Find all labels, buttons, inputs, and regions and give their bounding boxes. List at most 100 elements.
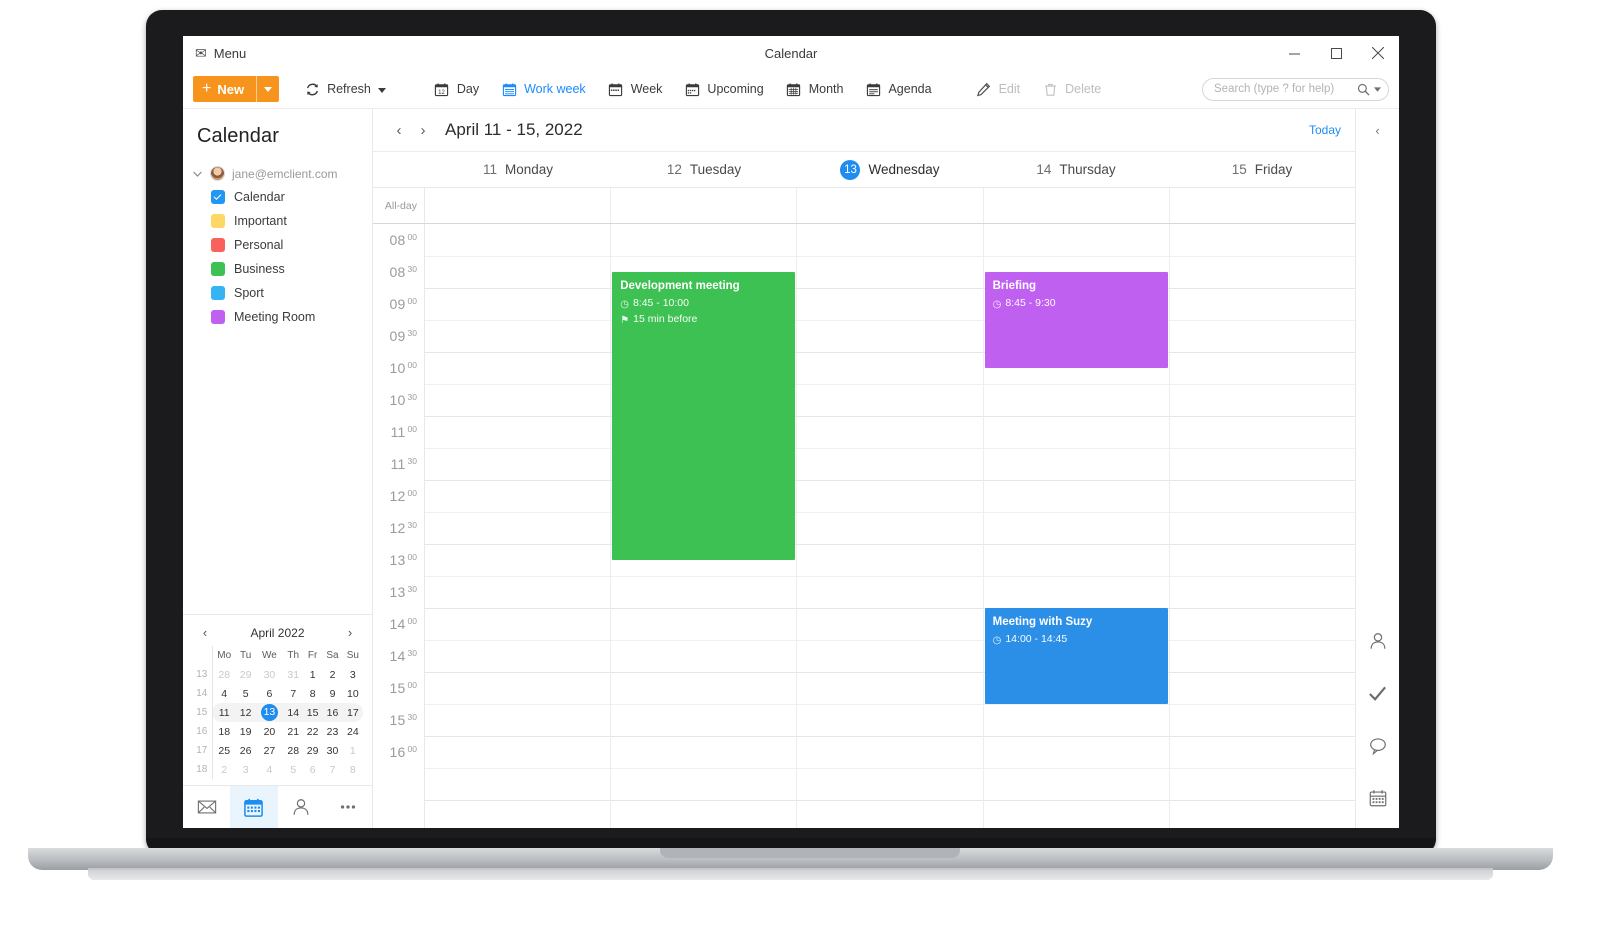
day-column-monday[interactable] — [425, 224, 612, 828]
mini-next-month-button[interactable]: › — [342, 625, 358, 640]
mini-day-cell[interactable]: 26 — [236, 741, 255, 760]
calendar-color-checkbox[interactable] — [211, 238, 225, 252]
mini-day-cell[interactable]: 1 — [343, 741, 363, 760]
view-tab-work-week[interactable]: Work week — [490, 74, 597, 104]
mini-day-cell[interactable]: 21 — [284, 722, 303, 741]
all-day-cell[interactable] — [797, 188, 984, 223]
mini-day-cell[interactable]: 30 — [322, 741, 342, 760]
mini-day-cell[interactable]: 29 — [236, 665, 255, 684]
mini-day-cell[interactable]: 7 — [284, 684, 303, 703]
view-tab-day[interactable]: 12 Day — [423, 74, 490, 104]
view-tab-agenda[interactable]: Agenda — [854, 74, 942, 104]
day-column-wednesday[interactable] — [797, 224, 984, 828]
mini-day-cell[interactable]: 11 — [212, 703, 236, 722]
next-period-button[interactable]: › — [411, 122, 435, 139]
day-header-monday[interactable]: 11 Monday — [425, 152, 611, 187]
day-column-friday[interactable] — [1169, 224, 1356, 828]
calendar-color-checkbox[interactable] — [211, 286, 225, 300]
mini-day-cell[interactable]: 28 — [284, 741, 303, 760]
refresh-button[interactable]: Refresh — [293, 74, 397, 104]
mini-day-cell[interactable]: 6 — [255, 684, 283, 703]
search-dropdown-caret-icon[interactable] — [1374, 85, 1381, 94]
search-input[interactable]: Search (type ? for help) — [1202, 77, 1389, 101]
mini-day-cell[interactable]: 2 — [322, 665, 342, 684]
mini-day-cell[interactable]: 22 — [303, 722, 322, 741]
mini-day-cell[interactable]: 27 — [255, 741, 283, 760]
collapse-sidebar-button[interactable]: ‹ — [1375, 123, 1379, 138]
new-button-group[interactable]: + New — [193, 76, 280, 102]
nav-mail-button[interactable] — [183, 786, 230, 828]
calendar-item-sport[interactable]: Sport — [183, 281, 372, 305]
mini-day-cell[interactable]: 8 — [303, 684, 322, 703]
mini-day-cell[interactable]: 10 — [343, 684, 363, 703]
nav-contacts-button[interactable] — [278, 786, 325, 828]
day-column-thursday[interactable]: Briefing ◷ 8:45 - 9:30 Meeting with Suzy ◷ 14… — [983, 224, 1170, 828]
calendar-item-important[interactable]: Important — [183, 209, 372, 233]
mini-day-cell[interactable]: 4 — [255, 760, 283, 779]
delete-button[interactable]: Delete — [1031, 74, 1112, 104]
tasks-icon[interactable] — [1367, 683, 1388, 704]
mini-day-cell[interactable]: 25 — [212, 741, 236, 760]
mini-day-cell[interactable]: 19 — [236, 722, 255, 741]
view-tab-week[interactable]: Week — [597, 74, 674, 104]
calendar-item-calendar[interactable]: Calendar — [183, 185, 372, 209]
mini-day-cell[interactable]: 18 — [212, 722, 236, 741]
calendar-event[interactable]: Meeting with Suzy ◷ 14:00 - 14:45 — [984, 608, 1168, 704]
all-day-cell[interactable] — [611, 188, 798, 223]
mini-day-cell[interactable]: 12 — [235, 703, 256, 722]
mini-day-cell[interactable]: 3 — [343, 665, 363, 684]
mini-day-cell[interactable]: 4 — [212, 684, 236, 703]
mini-day-cell[interactable]: 20 — [255, 722, 283, 741]
mini-day-cell[interactable]: 24 — [343, 722, 363, 741]
all-day-cell[interactable] — [1170, 188, 1355, 223]
mini-day-cell[interactable]: 31 — [284, 665, 303, 684]
new-button[interactable]: + New — [193, 76, 256, 102]
day-header-thursday[interactable]: 14 Thursday — [983, 152, 1169, 187]
view-tab-upcoming[interactable]: Upcoming — [673, 74, 774, 104]
day-header-tuesday[interactable]: 12 Tuesday — [611, 152, 797, 187]
new-dropdown-caret[interactable] — [257, 76, 279, 102]
calendar-event[interactable]: Development meeting ◷ 8:45 - 10:00 ⚑ 15 min … — [612, 272, 796, 560]
calendar-event[interactable]: Briefing ◷ 8:45 - 9:30 — [984, 272, 1168, 368]
calendar-icon[interactable] — [1368, 788, 1388, 808]
calendar-color-checkbox[interactable] — [211, 310, 225, 324]
close-button[interactable] — [1357, 36, 1399, 70]
account-row[interactable]: jane@emclient.com — [183, 162, 372, 185]
mini-day-cell[interactable]: 17 — [342, 703, 363, 722]
day-header-friday[interactable]: 15 Friday — [1169, 152, 1355, 187]
mini-day-cell[interactable]: 28 — [212, 665, 236, 684]
view-tab-month[interactable]: Month — [775, 74, 855, 104]
mini-day-cell[interactable]: 29 — [303, 741, 322, 760]
today-button[interactable]: Today — [1309, 123, 1341, 137]
menu-button[interactable]: ✉ Menu — [183, 44, 256, 63]
mini-day-cell[interactable]: 14 — [283, 703, 303, 722]
calendar-item-meeting-room[interactable]: Meeting Room — [183, 305, 372, 329]
calendar-color-checkbox[interactable] — [211, 190, 225, 204]
mini-day-cell[interactable]: 6 — [303, 760, 322, 779]
contacts-icon[interactable] — [1368, 631, 1388, 651]
calendar-item-personal[interactable]: Personal — [183, 233, 372, 257]
calendar-item-business[interactable]: Business — [183, 257, 372, 281]
day-column-tuesday[interactable]: Development meeting ◷ 8:45 - 10:00 ⚑ 15 min … — [611, 224, 798, 828]
chevron-down-icon[interactable] — [193, 169, 203, 179]
chat-icon[interactable] — [1368, 736, 1388, 756]
nav-more-button[interactable] — [325, 786, 372, 828]
mini-day-cell[interactable]: 30 — [255, 665, 283, 684]
mini-day-cell[interactable]: 9 — [322, 684, 342, 703]
edit-button[interactable]: Edit — [965, 74, 1032, 104]
mini-day-cell[interactable]: 3 — [236, 760, 255, 779]
mini-day-cell[interactable]: 13 — [255, 703, 284, 722]
day-header-wednesday[interactable]: 13 Wednesday — [797, 152, 983, 187]
refresh-caret-icon[interactable] — [377, 82, 386, 96]
all-day-cell[interactable] — [984, 188, 1170, 223]
mini-prev-month-button[interactable]: ‹ — [197, 625, 213, 640]
all-day-cell[interactable] — [425, 188, 612, 223]
mini-day-cell[interactable]: 16 — [322, 703, 343, 722]
mini-day-cell[interactable]: 5 — [284, 760, 303, 779]
mini-day-cell[interactable]: 23 — [322, 722, 342, 741]
mini-day-cell[interactable]: 1 — [303, 665, 322, 684]
mini-day-cell[interactable]: 7 — [322, 760, 342, 779]
previous-period-button[interactable]: ‹ — [387, 122, 411, 139]
calendar-color-checkbox[interactable] — [211, 214, 225, 228]
mini-day-cell[interactable]: 2 — [212, 760, 236, 779]
